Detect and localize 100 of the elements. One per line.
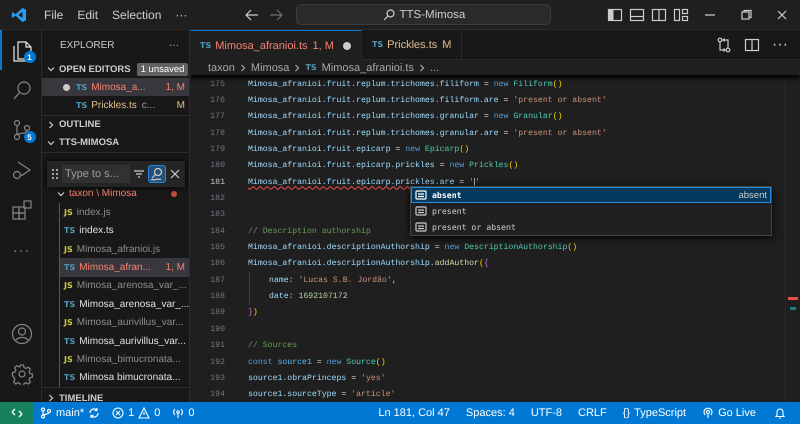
file-name: Mimosa_a... <box>91 82 146 93</box>
line-number: 188 <box>209 292 226 302</box>
code-token: name <box>269 276 289 285</box>
section-header[interactable]: OUTLINE <box>59 119 101 130</box>
suggestion-item[interactable]: present or absent <box>411 219 771 235</box>
breadcrumb-item[interactable]: Mimosa <box>250 62 290 74</box>
forward-arrow-icon[interactable] <box>268 6 284 22</box>
chevron-right-icon[interactable] <box>46 393 56 402</box>
chevron-down-icon[interactable] <box>46 64 56 74</box>
more-actions-icon[interactable]: ··· <box>772 36 788 54</box>
status-item[interactable]: Go Live <box>718 407 756 419</box>
code-token: Mimosa_afranioi.fruit.replum.trichomes.filiform <box>248 80 479 89</box>
editor-tab[interactable]: TS Mimosa_afranioi.ts 1, M <box>190 30 362 60</box>
code-token: () <box>552 112 562 122</box>
chevron-right-icon[interactable] <box>46 120 56 130</box>
status-item[interactable]: CRLF <box>578 407 607 419</box>
file-tree-item[interactable]: TS Mimosa bimucronata... <box>60 368 189 388</box>
ports-count[interactable]: 0 <box>188 407 194 419</box>
compare-changes-icon[interactable] <box>716 36 732 52</box>
file-tree-item[interactable]: JS Mimosa_afranioi.js <box>60 240 189 258</box>
open-editor-item[interactable]: TS Mimosa_a... 1, M <box>42 78 189 96</box>
drag-handle-icon[interactable] <box>51 168 59 180</box>
unsaved-count-badge: 1 unsaved <box>136 62 188 76</box>
code-token: () <box>567 243 578 252</box>
code-token: 'article' <box>351 390 396 400</box>
more-icon[interactable]: ··· <box>13 242 30 258</box>
close-icon[interactable] <box>169 168 181 180</box>
status-item[interactable]: TypeScript <box>634 407 686 419</box>
panel-layout-icon[interactable] <box>629 6 645 22</box>
warning-count[interactable]: 0 <box>154 407 160 419</box>
branch-name[interactable]: main* <box>56 407 84 419</box>
settings-icon[interactable] <box>10 363 32 385</box>
error-marker <box>788 297 798 300</box>
code-token: ) <box>252 308 258 318</box>
git-status: 1, M <box>164 82 185 93</box>
section-header[interactable]: OPEN EDITORS <box>59 64 131 74</box>
file-path: c... <box>142 100 156 112</box>
sidebar-title: EXPLORER <box>60 40 114 50</box>
account-icon[interactable] <box>10 323 32 345</box>
filter-icon[interactable] <box>133 168 145 180</box>
code-token: new <box>494 112 510 122</box>
code-token: 'yes' <box>361 374 386 383</box>
breadcrumb-item[interactable]: ... <box>430 62 440 74</box>
problem-dot-icon <box>171 190 177 197</box>
line-number: 192 <box>209 358 226 367</box>
status-item[interactable]: UTF-8 <box>530 407 562 419</box>
line-number: 186 <box>209 259 226 268</box>
error-count[interactable]: 1 <box>128 407 134 419</box>
more-actions-icon[interactable]: ··· <box>169 40 179 50</box>
app-logo-icon[interactable] <box>11 6 27 22</box>
sync-icon[interactable] <box>88 407 100 419</box>
fuzzy-match-toggle[interactable] <box>148 164 166 183</box>
menu-item[interactable]: Edit <box>70 8 106 22</box>
code-token: new <box>444 243 460 252</box>
status-item[interactable]: Spaces: 4 <box>466 407 515 419</box>
menu-item[interactable]: ··· <box>168 8 194 22</box>
remote-indicator[interactable] <box>0 402 34 424</box>
file-tree-item[interactable]: JS index.js <box>60 203 189 222</box>
chevron-right-icon <box>293 62 302 72</box>
line-number: 180 <box>209 161 226 170</box>
breadcrumb-item[interactable]: Mimosa_afranioi.ts <box>322 62 414 74</box>
file-name: Mimosa_bimucronata... <box>76 354 181 365</box>
file-tree-item[interactable]: TS Mimosa_aurivillus_var... <box>60 332 189 350</box>
file-tree-item[interactable]: TS Mimosa_arenosa_var_... <box>60 295 189 314</box>
code-token: = <box>316 358 323 367</box>
file-tree-item[interactable]: TS index.ts <box>60 222 189 240</box>
breadcrumb-item[interactable]: taxon <box>208 62 235 74</box>
file-type-icon: TS <box>64 226 76 236</box>
menu-item[interactable]: File <box>37 8 70 22</box>
bell-icon[interactable] <box>774 407 786 419</box>
search-icon[interactable] <box>10 79 32 101</box>
open-editor-item[interactable]: TS Prickles.ts c... M <box>42 96 189 115</box>
code-token: , <box>392 276 397 285</box>
section-header[interactable]: TIMELINE <box>59 392 104 402</box>
file-tree-item[interactable]: TS Mimosa_afran... 1, M <box>60 258 189 277</box>
folder-name[interactable]: taxon \ Mimosa <box>69 188 137 200</box>
customize-layout-icon[interactable] <box>673 6 689 22</box>
extensions-icon[interactable] <box>10 199 32 221</box>
code-token: date <box>269 292 289 302</box>
filter-input[interactable]: Type to s... <box>62 164 130 183</box>
code-token: new <box>405 145 421 154</box>
back-arrow-icon[interactable] <box>244 6 260 22</box>
file-tree-item[interactable]: JS Mimosa_bimucronata... <box>60 350 189 369</box>
split-layout-icon[interactable] <box>651 6 667 22</box>
menu-item[interactable]: Selection <box>105 8 168 22</box>
split-editor-icon[interactable] <box>744 36 760 52</box>
file-name: Mimosa_afranioi.js <box>76 244 160 255</box>
git-status: M <box>176 100 185 112</box>
status-item[interactable]: Ln 181, Col 47 <box>378 407 450 419</box>
code-token: () <box>508 161 518 170</box>
sidebar-layout-icon[interactable] <box>607 6 623 22</box>
code-token: : <box>288 292 295 302</box>
suggestion-item[interactable]: present <box>411 203 771 219</box>
suggestion-item[interactable]: absent absent <box>411 187 771 203</box>
command-center-search[interactable]: TTS-Mimosa <box>296 4 552 25</box>
file-tree-item[interactable]: JS Mimosa_aurivillus_var... <box>60 314 189 332</box>
run-debug-icon[interactable] <box>10 159 32 181</box>
file-tree-item[interactable]: JS Mimosa_arenosa_var_... <box>60 276 189 296</box>
section-header[interactable]: TTS-MIMOSA <box>59 137 120 148</box>
code-token: Mimosa_afranioi.fruit.replum.trichomes.filiform.are <box>248 96 499 106</box>
